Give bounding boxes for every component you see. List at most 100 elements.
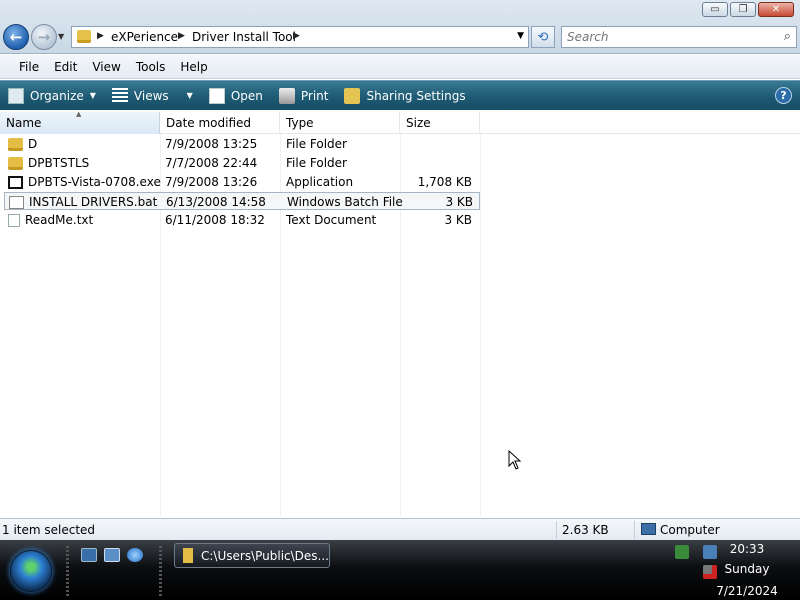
file-date: 7/9/2008 13:26 — [165, 175, 258, 189]
file-name: ReadMe.txt — [25, 213, 94, 227]
minimize-button[interactable]: ▭ — [702, 2, 728, 17]
file-row[interactable]: DPBTSTLS 7/7/2008 22:44 File Folder — [4, 154, 480, 172]
help-button[interactable]: ? — [775, 87, 792, 104]
column-header-size[interactable]: Size — [400, 112, 480, 134]
file-name: DPBTSTLS — [28, 156, 90, 170]
menu-help[interactable]: Help — [180, 60, 207, 74]
7z-archive-icon — [8, 175, 23, 189]
open-label: Open — [230, 88, 263, 103]
file-date: 6/11/2008 18:32 — [165, 213, 265, 227]
file-row-selected[interactable]: INSTALL DRIVERS.bat 6/13/2008 14:58 Wind… — [4, 192, 480, 210]
forward-arrow-icon: → — [37, 28, 51, 46]
file-type: File Folder — [286, 137, 347, 151]
file-date: 7/7/2008 22:44 — [165, 156, 258, 170]
breadcrumb-separator-icon[interactable]: ▶ — [293, 31, 300, 41]
file-row[interactable]: ReadMe.txt 6/11/2008 18:32 Text Document… — [4, 211, 480, 229]
file-row[interactable]: DPBTS-Vista-0708.exe 7/9/2008 13:26 Appl… — [4, 173, 480, 191]
clock-day[interactable]: Sunday — [712, 562, 782, 576]
file-row[interactable]: D 7/9/2008 13:25 File Folder — [4, 135, 480, 153]
column-header-name[interactable]: ▲ Name — [0, 110, 160, 134]
status-bar: 1 item selected 2.63 KB Computer — [0, 518, 800, 540]
file-name: INSTALL DRIVERS.bat — [29, 195, 158, 209]
recent-pages-dropdown-icon[interactable]: ▼ — [58, 32, 64, 41]
column-header-date-modified[interactable]: Date modified — [160, 112, 280, 134]
file-size — [402, 135, 472, 153]
breadcrumb-separator-icon[interactable]: ▶ — [97, 31, 104, 41]
column-header-type[interactable]: Type — [280, 112, 400, 134]
menu-edit[interactable]: Edit — [54, 60, 77, 74]
clock-date[interactable]: 7/21/2024 — [712, 584, 782, 598]
folder-icon — [8, 156, 23, 170]
back-button[interactable]: ← — [3, 24, 29, 50]
sharing-icon — [344, 87, 361, 104]
internet-explorer-icon[interactable] — [127, 548, 143, 562]
address-dropdown-icon[interactable]: ▼ — [517, 31, 524, 41]
forward-button[interactable]: → — [31, 24, 57, 50]
window-controls: ▭ ❐ ✕ — [702, 2, 794, 17]
views-button[interactable]: Views ▼ — [111, 87, 193, 104]
folder-icon — [77, 30, 91, 43]
toolbar-grip[interactable] — [159, 546, 162, 596]
close-button[interactable]: ✕ — [758, 2, 794, 17]
chevron-down-icon: ▼ — [186, 91, 193, 100]
taskbar-window-explorer[interactable]: C:\Users\Public\Des... — [174, 543, 330, 568]
refresh-icon: ⟲ — [537, 29, 549, 45]
breadcrumb-driver-install-tool[interactable]: Driver Install Tool — [192, 30, 296, 44]
status-divider — [634, 521, 635, 539]
organize-button[interactable]: Organize ▼ — [8, 87, 96, 104]
taskbar-window-label: C:\Users\Public\Des... — [201, 548, 329, 563]
open-button[interactable]: Open — [208, 87, 263, 104]
sharing-label: Sharing Settings — [366, 88, 466, 103]
batch-file-icon — [9, 195, 24, 209]
location-label: Computer — [660, 523, 720, 537]
print-button[interactable]: Print — [278, 87, 329, 104]
folder-icon — [8, 137, 23, 151]
file-type: Application — [286, 175, 354, 189]
breadcrumb-experience[interactable]: eXPerience — [111, 30, 178, 44]
folder-icon — [183, 548, 193, 563]
status-divider — [556, 521, 557, 539]
start-button[interactable] — [10, 550, 52, 592]
title-bar: ▭ ❐ ✕ ← → ▼ ▶ eXPerience ▶ Driver Instal… — [0, 0, 800, 54]
views-label: Views — [133, 88, 169, 103]
mouse-cursor-icon — [508, 450, 522, 470]
show-desktop-icon[interactable] — [81, 548, 97, 562]
selection-count: 1 item selected — [2, 523, 96, 537]
menu-bar: File Edit View Tools Help — [0, 55, 800, 79]
menu-file[interactable]: File — [19, 60, 39, 74]
printer-icon — [278, 87, 295, 104]
text-file-icon — [8, 213, 20, 227]
refresh-button[interactable]: ⟲ — [531, 26, 555, 48]
file-size: 3 KB — [445, 195, 473, 209]
computer-icon — [641, 523, 656, 535]
file-name: DPBTS-Vista-0708.exe — [28, 175, 161, 189]
clock-time[interactable]: 20:33 — [712, 542, 782, 556]
address-bar[interactable]: ▶ eXPerience ▶ Driver Install Tool ▶ ▼ — [71, 26, 529, 48]
column-header-row: ▲ Name Date modified Type Size — [0, 110, 800, 134]
chevron-down-icon: ▼ — [89, 91, 96, 100]
print-label: Print — [300, 88, 329, 103]
file-date: 7/9/2008 13:25 — [165, 137, 258, 151]
search-box[interactable]: ⌕ — [561, 26, 797, 48]
maximize-button[interactable]: ❐ — [730, 2, 756, 17]
open-icon — [208, 87, 225, 104]
file-type: Windows Batch File — [287, 195, 403, 209]
windows-update-icon[interactable] — [675, 545, 689, 559]
menu-view[interactable]: View — [92, 60, 120, 74]
switch-windows-icon[interactable] — [104, 548, 120, 562]
file-date: 6/13/2008 14:58 — [166, 195, 266, 209]
toolbar-grip[interactable] — [66, 546, 69, 596]
search-icon[interactable]: ⌕ — [784, 29, 791, 44]
command-toolbar: Organize ▼ Views ▼ Open Print Sharing Se… — [0, 80, 800, 110]
file-name: D — [28, 137, 38, 151]
breadcrumb-separator-icon[interactable]: ▶ — [178, 31, 185, 41]
sharing-settings-button[interactable]: Sharing Settings — [344, 87, 466, 104]
file-size: 3 KB — [444, 213, 472, 227]
menu-tools[interactable]: Tools — [136, 60, 166, 74]
back-arrow-icon: ← — [9, 28, 23, 46]
search-input[interactable] — [567, 28, 767, 46]
views-icon — [111, 87, 128, 104]
file-type: Text Document — [286, 213, 377, 227]
sort-ascending-icon: ▲ — [76, 110, 82, 118]
organize-icon — [8, 87, 24, 104]
